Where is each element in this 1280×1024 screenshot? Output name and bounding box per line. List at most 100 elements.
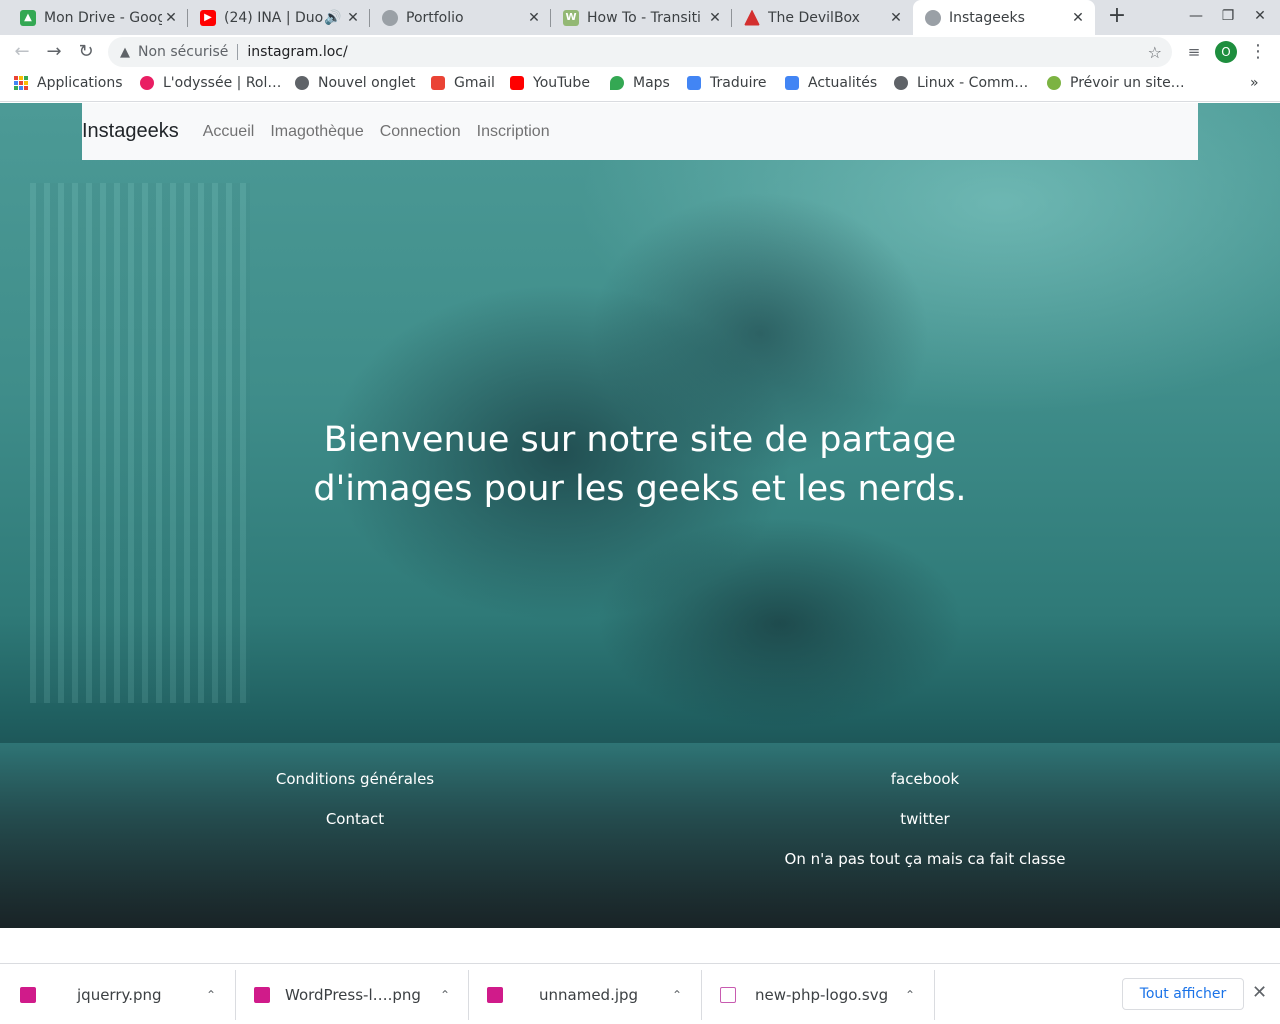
tab-title: How To - Transiti xyxy=(587,9,701,26)
nav-link-connection[interactable]: Connection xyxy=(380,123,461,141)
close-tab-icon[interactable]: ✕ xyxy=(525,10,543,26)
wikihow-icon: W xyxy=(563,9,579,26)
download-item[interactable]: new-php-logo.svg ⌃ xyxy=(702,970,935,1020)
apps-grid-icon xyxy=(14,76,28,90)
tab-mon-drive[interactable]: ▲ Mon Drive - Goog ✕ xyxy=(0,0,188,35)
tab-portfolio[interactable]: Portfolio ✕ xyxy=(370,0,551,35)
hero-heading: Bienvenue sur notre site de partage d'im… xyxy=(240,416,1040,514)
download-filename[interactable]: new-php-logo.svg xyxy=(755,986,888,1004)
bookmark-actualites[interactable]: Actualités xyxy=(785,75,877,91)
chevron-up-icon[interactable]: ⌃ xyxy=(672,988,682,1002)
bookmark-label: Nouvel onglet xyxy=(318,75,416,91)
close-tab-icon[interactable]: ✕ xyxy=(706,10,724,26)
bookmark-youtube[interactable]: YouTube xyxy=(510,75,590,91)
tab-strip: ▲ Mon Drive - Goog ✕ ▶ (24) INA | Duo 🔊 … xyxy=(0,0,1280,35)
download-item[interactable]: WordPress-l….png ⌃ xyxy=(236,970,469,1020)
minimize-icon[interactable]: — xyxy=(1186,8,1206,24)
tab-title: Mon Drive - Goog xyxy=(44,9,162,26)
bookmark-label: Maps xyxy=(633,75,670,91)
bookmark-nouvel-onglet[interactable]: Nouvel onglet xyxy=(295,75,415,91)
maps-icon xyxy=(610,76,624,90)
warning-icon[interactable]: ▲ xyxy=(120,45,130,60)
download-shelf: jquerry.png ⌃ WordPress-l….png ⌃ unnamed… xyxy=(0,963,1280,1024)
bookmark-label: YouTube xyxy=(533,75,590,91)
hero-background-detail xyxy=(30,183,250,703)
restore-icon[interactable]: ❐ xyxy=(1218,8,1238,24)
google-drive-icon: ▲ xyxy=(20,9,36,26)
close-tab-icon[interactable]: ✕ xyxy=(1069,10,1087,26)
page-viewport: Instageeks Accueil Imagothèque Connectio… xyxy=(0,103,1280,928)
download-item[interactable]: unnamed.jpg ⌃ xyxy=(469,970,702,1020)
youtube-icon: ▶ xyxy=(200,9,216,26)
nav-link-inscription[interactable]: Inscription xyxy=(477,123,550,141)
download-filename[interactable]: unnamed.jpg xyxy=(539,986,638,1004)
show-all-downloads-button[interactable]: Tout afficher xyxy=(1122,978,1244,1010)
bookmark-star-icon[interactable]: ☆ xyxy=(1148,43,1162,62)
image-file-icon xyxy=(20,987,36,1003)
speaker-icon[interactable]: 🔊 xyxy=(324,10,342,26)
close-window-icon[interactable]: ✕ xyxy=(1250,8,1270,24)
menu-icon[interactable]: ⋮ xyxy=(1245,39,1271,65)
address-bar[interactable]: ▲ Non sécurisé instagram.loc/ ☆ xyxy=(108,37,1172,67)
back-icon[interactable]: ← xyxy=(9,39,35,65)
nav-link-accueil[interactable]: Accueil xyxy=(203,123,255,141)
new-tab-button[interactable]: + xyxy=(1104,4,1130,30)
bookmark-label: Gmail xyxy=(454,75,495,91)
close-tab-icon[interactable]: ✕ xyxy=(344,10,362,26)
more-bookmarks-icon[interactable]: » xyxy=(1250,75,1259,91)
bookmark-maps[interactable]: Maps xyxy=(610,75,670,91)
translate-icon xyxy=(687,76,701,90)
gmail-icon xyxy=(431,76,445,90)
url-text[interactable]: instagram.loc/ xyxy=(247,44,347,60)
reload-icon[interactable]: ↻ xyxy=(73,39,99,65)
nav-link-imagotheque[interactable]: Imagothèque xyxy=(270,123,363,141)
globe-icon xyxy=(382,9,398,26)
bookmark-label: Linux - Comm… xyxy=(917,75,1029,91)
tab-devilbox[interactable]: The DevilBox ✕ xyxy=(732,0,913,35)
close-tab-icon[interactable]: ✕ xyxy=(162,10,180,26)
site-navbar: Instageeks Accueil Imagothèque Connectio… xyxy=(82,103,1198,160)
devilbox-icon xyxy=(744,9,760,26)
youtube-icon xyxy=(510,76,524,90)
bookmark-odyssee[interactable]: L'odyssée | Rol… xyxy=(140,75,281,91)
download-item[interactable]: jquerry.png ⌃ xyxy=(0,970,236,1020)
bookmark-label: Prévoir un site… xyxy=(1070,75,1185,91)
news-icon xyxy=(785,76,799,90)
bookmark-gmail[interactable]: Gmail xyxy=(431,75,495,91)
chevron-up-icon[interactable]: ⌃ xyxy=(206,988,216,1002)
tab-title: The DevilBox xyxy=(768,9,860,26)
footer-tagline: On n'a pas tout ça mais ca fait classe xyxy=(784,850,1066,868)
odyssey-icon xyxy=(140,76,154,90)
chevron-up-icon[interactable]: ⌃ xyxy=(440,988,450,1002)
plant-icon xyxy=(1047,76,1061,90)
hero-line-2: d'images pour les geeks et les nerds. xyxy=(313,469,967,509)
tab-ina[interactable]: ▶ (24) INA | Duo 🔊 ✕ xyxy=(188,0,370,35)
tab-title: Portfolio xyxy=(406,9,464,26)
site-brand[interactable]: Instageeks xyxy=(82,120,179,143)
bookmark-label: Traduire xyxy=(710,75,767,91)
bookmark-linux[interactable]: Linux - Comm… xyxy=(894,75,1028,91)
close-tab-icon[interactable]: ✕ xyxy=(887,10,905,26)
chevron-up-icon[interactable]: ⌃ xyxy=(905,988,915,1002)
download-filename[interactable]: jquerry.png xyxy=(77,986,162,1004)
profile-avatar[interactable]: O xyxy=(1215,41,1237,63)
forward-icon[interactable]: → xyxy=(41,39,67,65)
close-shelf-icon[interactable]: ✕ xyxy=(1252,982,1267,1003)
media-control-icon[interactable]: ≡ xyxy=(1181,39,1207,65)
security-label[interactable]: Non sécurisé xyxy=(138,44,228,60)
address-divider xyxy=(237,44,239,60)
download-filename[interactable]: WordPress-l….png xyxy=(285,986,421,1004)
tab-howto[interactable]: W How To - Transiti ✕ xyxy=(551,0,732,35)
bookmark-applications[interactable]: Applications xyxy=(14,75,123,91)
footer-link-twitter[interactable]: twitter xyxy=(775,810,1075,828)
download-divider xyxy=(934,970,935,1020)
bookmark-prevoir[interactable]: Prévoir un site… xyxy=(1047,75,1185,91)
tab-instageeks[interactable]: Instageeks ✕ xyxy=(913,0,1095,35)
bookmark-label: Actualités xyxy=(808,75,878,91)
footer-link-conditions[interactable]: Conditions générales xyxy=(255,770,455,788)
footer-link-contact[interactable]: Contact xyxy=(255,810,455,828)
footer-link-facebook[interactable]: facebook xyxy=(775,770,1075,788)
image-file-icon xyxy=(254,987,270,1003)
bookmark-traduire[interactable]: Traduire xyxy=(687,75,767,91)
browser-toolbar: ← → ↻ ▲ Non sécurisé instagram.loc/ ☆ ≡ … xyxy=(0,35,1280,69)
